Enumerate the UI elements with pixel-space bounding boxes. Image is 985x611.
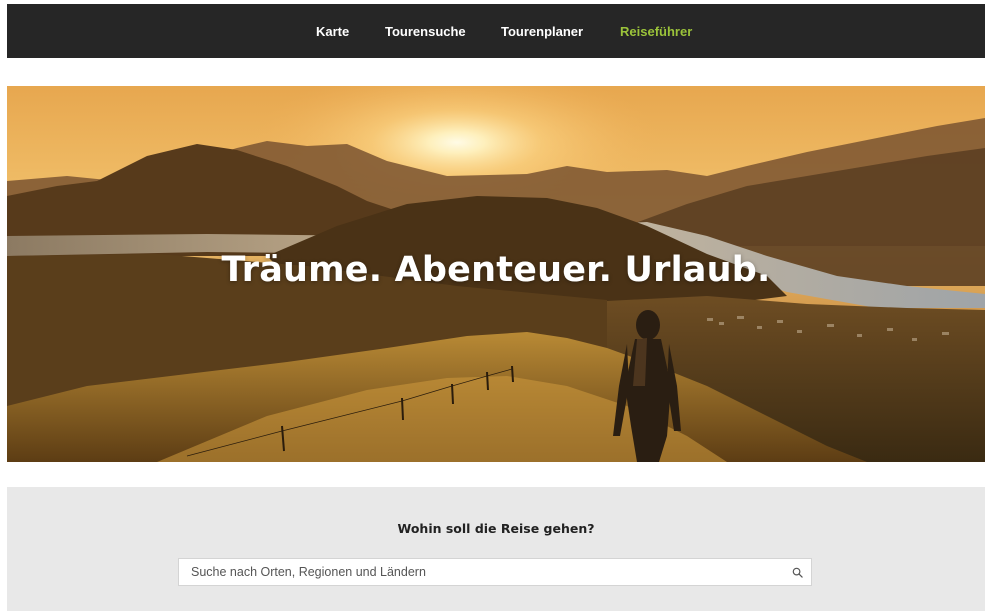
nav-item-reisefuehrer[interactable]: Reiseführer <box>620 24 692 39</box>
search-section: Wohin soll die Reise gehen? <box>7 487 985 611</box>
nav-item-karte[interactable]: Karte <box>316 24 349 39</box>
nav-item-tourensuche[interactable]: Tourensuche <box>385 24 466 39</box>
search-heading: Wohin soll die Reise gehen? <box>397 521 595 536</box>
nav-item-tourenplaner[interactable]: Tourenplaner <box>501 24 583 39</box>
hero-headline: Träume. Abenteuer. Urlaub. <box>221 250 771 290</box>
top-navigation: Karte Tourensuche Tourenplaner Reiseführ… <box>7 4 985 58</box>
hero-banner: Träume. Abenteuer. Urlaub. <box>7 86 985 462</box>
search-box <box>178 558 812 586</box>
search-icon[interactable] <box>787 562 807 582</box>
search-input[interactable] <box>179 559 779 585</box>
